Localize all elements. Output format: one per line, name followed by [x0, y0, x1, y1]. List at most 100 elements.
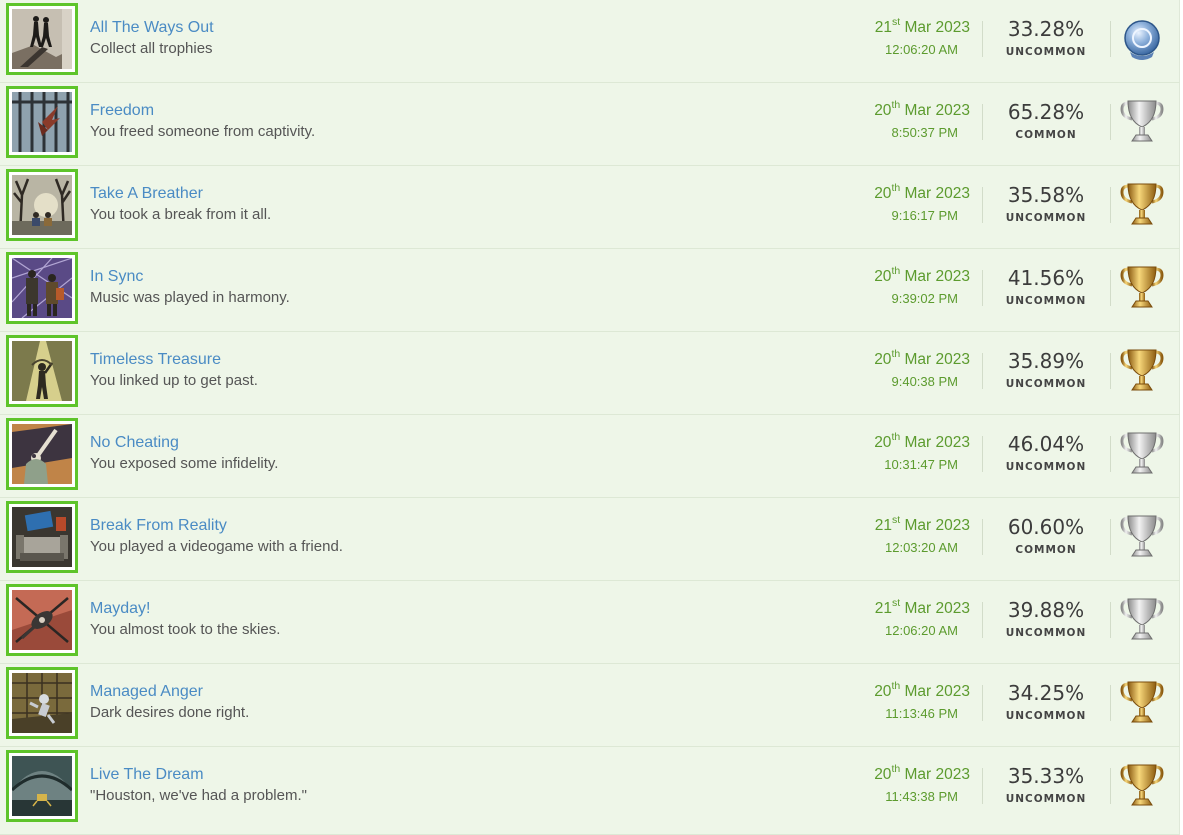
divider	[982, 436, 983, 472]
trophy-row[interactable]: Mayday! You almost took to the skies. 21…	[0, 581, 1180, 664]
trophy-row[interactable]: Managed Anger Dark desires done right. 2…	[0, 664, 1180, 747]
divider	[1110, 21, 1111, 57]
date-day: 21	[874, 517, 893, 534]
rarity-percent: 35.89%	[1007, 349, 1085, 373]
date-month-year: Mar 2023	[904, 517, 970, 534]
earned-time: 12:06:20 AM	[885, 42, 958, 57]
date-day: 21	[874, 600, 893, 617]
divider	[1110, 685, 1111, 721]
trophy-title[interactable]: Mayday!	[90, 600, 150, 618]
trophy-row[interactable]: Timeless Treasure You linked up to get p…	[0, 332, 1180, 415]
earned-time: 10:31:47 PM	[884, 457, 958, 472]
rarity-percent: 35.33%	[1007, 764, 1085, 788]
bat-swing-icon[interactable]	[6, 418, 78, 490]
divider	[982, 602, 983, 638]
date-ordinal: th	[891, 680, 901, 692]
date-month-year: Mar 2023	[904, 185, 970, 202]
bird-in-cage-icon[interactable]	[6, 86, 78, 158]
escape-silhouettes-icon[interactable]	[6, 3, 78, 75]
trophy-title[interactable]: All The Ways Out	[90, 19, 214, 37]
divider	[982, 270, 983, 306]
trophy-title[interactable]: Take A Breather	[90, 185, 203, 203]
divider	[1110, 602, 1111, 638]
earned-date: 20th Mar 2023	[874, 183, 970, 203]
trophy-description: You took a break from it all.	[90, 206, 272, 223]
rarity-label: UNCOMMON	[1005, 710, 1087, 722]
earned-date: 20th Mar 2023	[874, 680, 970, 701]
date-month-year: Mar 2023	[904, 19, 970, 36]
date-month-year: Mar 2023	[904, 434, 970, 451]
rarity-percent: 60.60%	[1007, 515, 1085, 539]
trophy-description: Collect all trophies	[90, 40, 213, 57]
date-month-year: Mar 2023	[904, 683, 970, 700]
trophy-description: Dark desires done right.	[90, 704, 250, 721]
couch-tv-icon[interactable]	[6, 501, 78, 573]
trophy-row[interactable]: In Sync Music was played in harmony. 20t…	[0, 249, 1180, 332]
trophy-title[interactable]: Live The Dream	[90, 766, 204, 784]
gold-trophy-icon	[1120, 764, 1164, 806]
rarity-percent: 65.28%	[1007, 100, 1085, 124]
rarity-label: UNCOMMON	[1005, 212, 1087, 224]
date-day: 20	[874, 268, 892, 285]
rarity-percent: 34.25%	[1007, 681, 1085, 705]
date-day: 20	[874, 351, 892, 368]
earned-date: 21st Mar 2023	[874, 597, 970, 618]
trophy-row[interactable]: Break From Reality You played a videogam…	[0, 498, 1180, 581]
divider	[982, 768, 983, 804]
date-ordinal: st	[892, 597, 901, 609]
date-month-year: Mar 2023	[904, 766, 970, 783]
earned-time: 12:03:20 AM	[885, 540, 958, 555]
trophy-row[interactable]: Live The Dream "Houston, we've had a pro…	[0, 747, 1180, 835]
platinum-trophy-icon	[1124, 20, 1160, 60]
helicopter-icon[interactable]	[6, 584, 78, 656]
gold-trophy-icon	[1120, 183, 1164, 225]
earned-date: 20th Mar 2023	[874, 763, 970, 784]
trophy-description: Music was played in harmony.	[90, 289, 290, 306]
rarity-label: COMMON	[1015, 129, 1077, 141]
date-ordinal: th	[891, 763, 901, 775]
date-ordinal: th	[891, 431, 901, 443]
date-ordinal: th	[891, 348, 901, 360]
earned-date: 20th Mar 2023	[874, 100, 970, 120]
date-day: 20	[874, 766, 892, 783]
earned-time: 12:06:20 AM	[885, 623, 958, 638]
rarity-label: UNCOMMON	[1005, 378, 1087, 390]
date-day: 21	[874, 19, 893, 36]
trophy-row[interactable]: All The Ways Out Collect all trophies 21…	[0, 0, 1180, 83]
floating-astronaut-icon[interactable]	[6, 667, 78, 739]
trophy-row[interactable]: Freedom You freed someone from captivity…	[0, 83, 1180, 166]
earned-time: 9:39:02 PM	[891, 291, 959, 306]
trophy-title[interactable]: Freedom	[90, 102, 154, 120]
rarity-label: COMMON	[1015, 544, 1077, 556]
rarity-percent: 35.58%	[1007, 183, 1085, 207]
trophy-description: "Houston, we've had a problem."	[90, 787, 307, 804]
date-day: 20	[874, 102, 892, 119]
trophy-row[interactable]: Take A Breather You took a break from it…	[0, 166, 1180, 249]
earned-time: 11:43:38 PM	[885, 789, 958, 804]
divider	[1110, 187, 1111, 223]
date-month-year: Mar 2023	[904, 600, 970, 617]
earned-time: 9:40:38 PM	[891, 374, 959, 389]
divider	[1110, 270, 1111, 306]
date-ordinal: st	[892, 16, 901, 28]
rarity-percent: 46.04%	[1007, 432, 1085, 456]
earned-time: 11:13:46 PM	[885, 706, 958, 721]
moon-lander-icon[interactable]	[6, 750, 78, 822]
divider	[982, 685, 983, 721]
divider	[1110, 768, 1111, 804]
forest-rest-icon[interactable]	[6, 169, 78, 241]
earned-date: 20th Mar 2023	[874, 265, 970, 286]
rarity-label: UNCOMMON	[1005, 295, 1087, 307]
light-beam-icon[interactable]	[6, 335, 78, 407]
trophy-title[interactable]: Break From Reality	[90, 517, 227, 535]
earned-date: 20th Mar 2023	[874, 431, 970, 452]
trophy-title[interactable]: Timeless Treasure	[90, 351, 221, 369]
date-ordinal: th	[891, 265, 901, 277]
trophy-description: You exposed some infidelity.	[90, 455, 279, 472]
musicians-icon[interactable]	[6, 252, 78, 324]
trophy-row[interactable]: No Cheating You exposed some infidelity.…	[0, 415, 1180, 498]
trophy-title[interactable]: Managed Anger	[90, 683, 203, 701]
rarity-percent: 39.88%	[1007, 598, 1085, 622]
trophy-title[interactable]: In Sync	[90, 268, 143, 286]
trophy-title[interactable]: No Cheating	[90, 434, 179, 452]
